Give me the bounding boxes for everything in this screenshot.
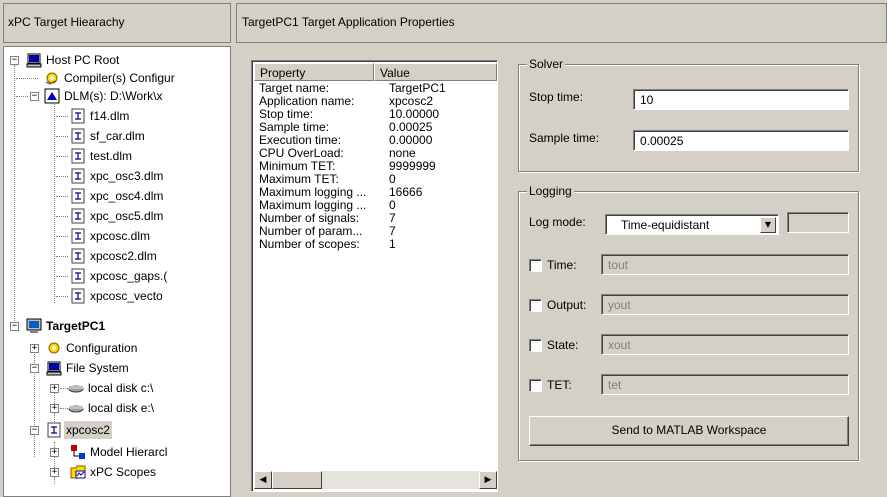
file-system-icon <box>46 361 62 376</box>
horizontal-scrollbar[interactable]: ◀ ▶ <box>254 471 497 489</box>
expand-icon[interactable]: + <box>50 404 59 413</box>
application-icon <box>47 422 61 438</box>
tree-node-label: Model Hierarcl <box>90 445 168 459</box>
hierarchy-tree[interactable]: − Host PC Root Compiler(s) Configur − DL… <box>3 46 231 497</box>
sample-time-input[interactable]: 0.00025 <box>633 130 849 151</box>
expand-icon[interactable]: + <box>50 468 59 477</box>
column-header-value[interactable]: Value <box>374 63 497 81</box>
time-checkbox[interactable] <box>529 259 542 272</box>
stop-time-label: Stop time: <box>529 90 584 104</box>
state-label: State: <box>547 338 579 352</box>
tree-node-label: test.dlm <box>90 149 133 163</box>
solver-group-title: Solver <box>527 57 566 71</box>
tree-node-label: DLM(s): D:\Work\x <box>64 89 163 103</box>
scroll-left-icon[interactable]: ◀ <box>254 471 272 489</box>
tree-node-label: xpc_osc4.dlm <box>90 189 164 203</box>
tree-node-label: Host PC Root <box>46 53 120 67</box>
output-checkbox[interactable] <box>529 299 542 312</box>
dlm-file-icon <box>71 128 85 144</box>
scroll-right-icon[interactable]: ▶ <box>479 471 497 489</box>
tree-node-label: sf_car.dlm <box>90 129 145 143</box>
state-variable-input[interactable]: xout <box>601 334 849 355</box>
tree-node-label: xpc_osc3.dlm <box>90 169 164 183</box>
property-list-header: Property Value <box>254 63 497 81</box>
collapse-icon[interactable]: − <box>30 364 39 373</box>
tet-label: TET: <box>547 378 572 392</box>
dlm-file-icon <box>71 168 85 184</box>
tree-node-label: local disk e:\ <box>88 401 155 415</box>
configuration-icon <box>48 342 60 354</box>
local-disk-icon <box>68 385 84 393</box>
column-header-property[interactable]: Property <box>254 63 374 81</box>
dlm-file-icon <box>71 148 85 164</box>
scroll-thumb[interactable] <box>272 471 322 489</box>
dlm-file-icon <box>71 248 85 264</box>
dlm-file-icon <box>71 268 85 284</box>
tree-node-label: xpcosc_gaps.( <box>90 269 168 283</box>
expand-icon[interactable]: + <box>50 384 59 393</box>
tree-node-label: Compiler(s) Configur <box>64 71 175 85</box>
tree-node-label: xpcosc2 <box>64 421 113 439</box>
tree-node-label: xpcosc2.dlm <box>90 249 157 263</box>
sample-time-label: Sample time: <box>529 131 600 145</box>
tet-checkbox[interactable] <box>529 379 542 392</box>
compiler-config-icon <box>45 72 58 85</box>
send-to-workspace-button[interactable]: Send to MATLAB Workspace <box>529 416 849 446</box>
solver-group: Solver Stop time: 10 Sample time: 0.0002… <box>518 57 859 172</box>
tet-variable-input[interactable]: tet <box>601 374 849 395</box>
log-mode-select[interactable]: Time-equidistant ▼ <box>605 214 779 235</box>
property-list[interactable]: Property Value Target name: TargetPC1 App… <box>251 60 498 492</box>
target-pc-icon <box>26 318 42 333</box>
time-label: Time: <box>547 258 577 272</box>
dlm-folder-icon <box>44 88 60 104</box>
time-variable-input[interactable]: tout <box>601 254 849 275</box>
logging-group: Logging Log mode: Time-equidistant ▼ Tim… <box>518 184 859 461</box>
collapse-icon[interactable]: − <box>10 56 19 65</box>
output-variable-input[interactable]: yout <box>601 294 849 315</box>
dlm-file-icon <box>71 288 85 304</box>
state-checkbox[interactable] <box>529 339 542 352</box>
collapse-icon[interactable]: − <box>30 426 39 435</box>
tree-node-label: File System <box>66 361 129 375</box>
output-label: Output: <box>547 298 587 312</box>
dlm-file-icon <box>71 228 85 244</box>
tree-node-label: xpc_osc5.dlm <box>90 209 164 223</box>
log-mode-extra-input[interactable] <box>787 212 849 233</box>
hierarchy-header: xPC Target Hiearachy <box>3 3 231 43</box>
logging-group-title: Logging <box>527 184 574 198</box>
tree-node-label: xPC Scopes <box>90 465 157 479</box>
host-pc-icon <box>26 53 42 68</box>
expand-icon[interactable]: + <box>50 448 59 457</box>
expand-icon[interactable]: + <box>30 344 39 353</box>
tree-node-label: Configuration <box>66 341 138 355</box>
dropdown-arrow-icon[interactable]: ▼ <box>760 217 776 233</box>
model-hierarchy-icon <box>71 445 85 459</box>
dlm-file-icon <box>71 188 85 204</box>
stop-time-input[interactable]: 10 <box>633 89 849 110</box>
tree-node-label: f14.dlm <box>90 109 130 123</box>
local-disk-icon <box>68 405 84 413</box>
tree-node-label: TargetPC1 <box>46 319 106 333</box>
properties-header: TargetPC1 Target Application Properties <box>236 3 887 43</box>
scopes-icon <box>70 465 86 479</box>
tree-node-label: xpcosc_vecto <box>90 289 163 303</box>
tree-node-label: local disk c:\ <box>88 381 154 395</box>
tree-node-label: xpcosc.dlm <box>90 229 151 243</box>
log-mode-label: Log mode: <box>529 215 586 229</box>
dlm-file-icon <box>71 108 85 124</box>
log-mode-value: Time-equidistant <box>621 218 710 232</box>
collapse-icon[interactable]: − <box>10 322 19 331</box>
dlm-file-icon <box>71 208 85 224</box>
collapse-icon[interactable]: − <box>30 92 39 101</box>
